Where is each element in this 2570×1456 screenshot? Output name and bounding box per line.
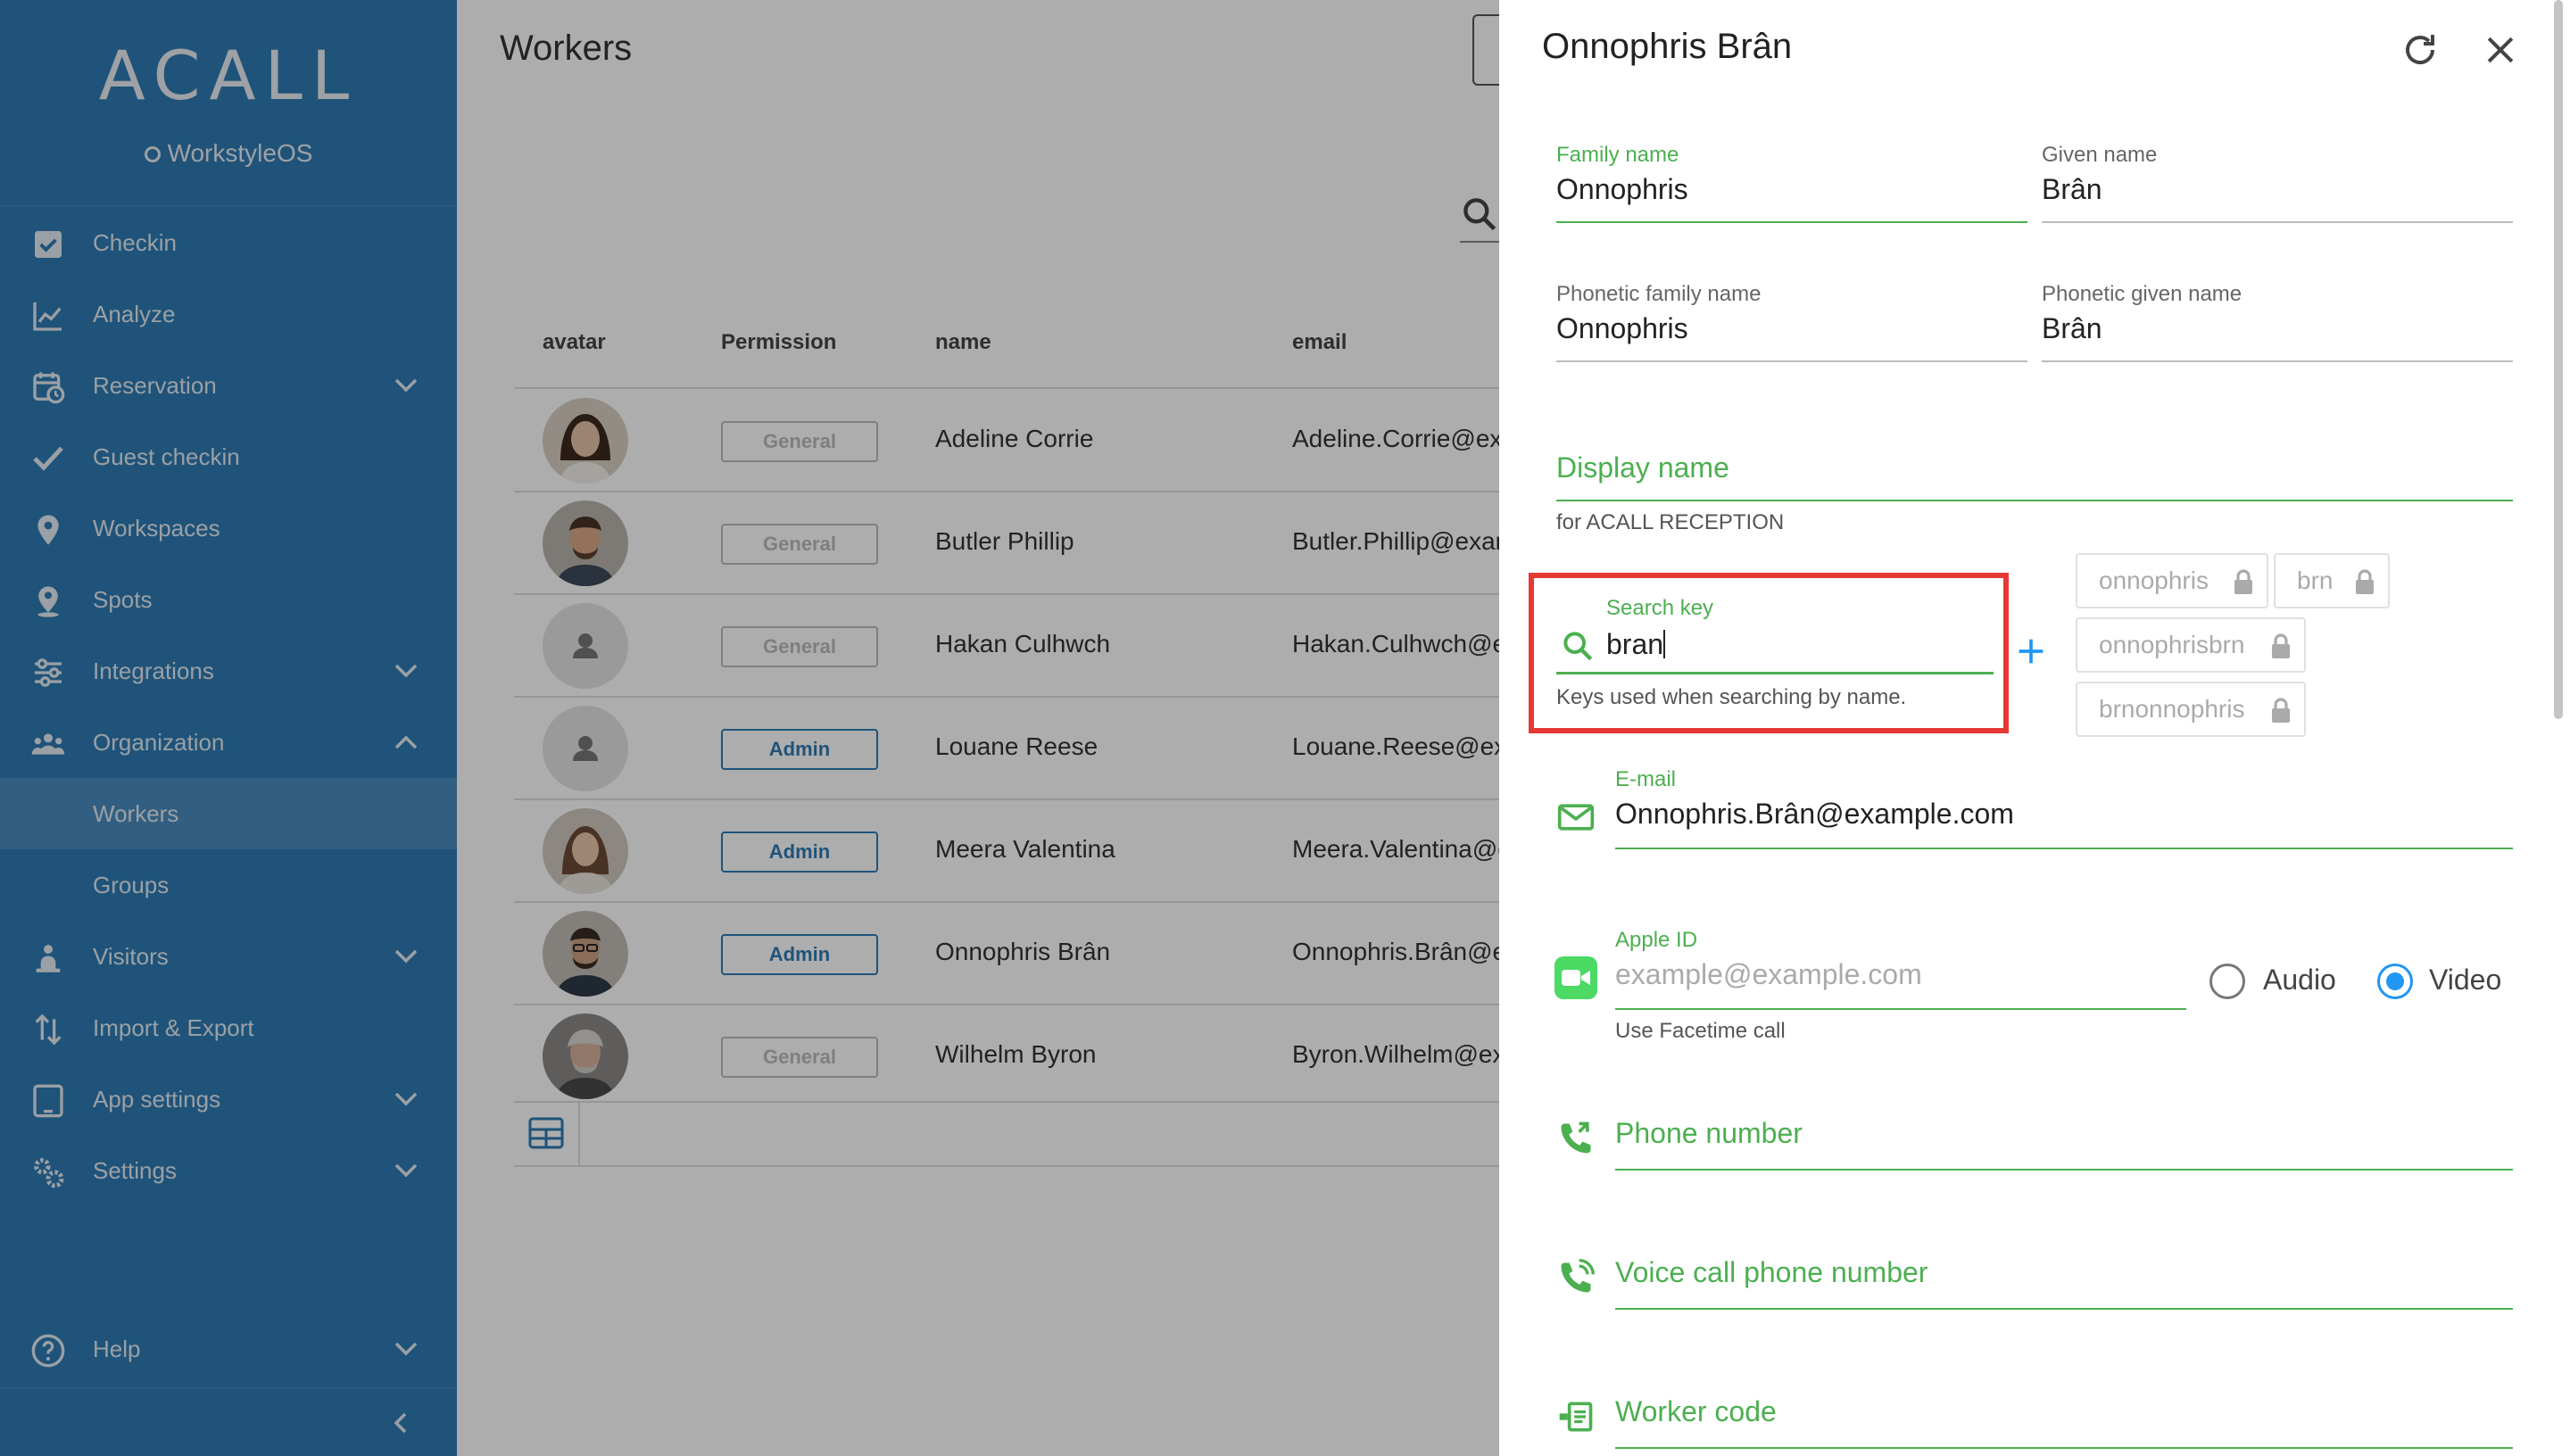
phonetic-given-name-field[interactable]: Phonetic given name Brân — [2042, 282, 2513, 362]
lock-icon — [2356, 569, 2374, 594]
video-radio[interactable] — [2377, 964, 2413, 999]
audio-label: Audio — [2263, 964, 2336, 996]
lock-icon — [2234, 569, 2252, 594]
lock-icon — [2272, 698, 2290, 723]
modal-backdrop[interactable] — [0, 0, 1499, 1456]
add-search-key-icon[interactable] — [2013, 633, 2049, 669]
audio-radio[interactable] — [2209, 964, 2245, 999]
search-key-chip: onnophris — [2076, 553, 2268, 608]
search-key-chip: onnophrisbrn — [2076, 617, 2306, 673]
facetime-icon — [1554, 956, 1597, 999]
worker-code-field[interactable]: Worker code — [1615, 1395, 2513, 1449]
mail-icon — [1556, 798, 1596, 837]
phone-number-field[interactable]: Phone number — [1615, 1117, 2513, 1171]
search-key-highlight — [1529, 573, 2009, 733]
email-field[interactable]: E-mail Onnophris.Brân@example.com — [1615, 767, 2513, 849]
panel-title: Onnophris Brân — [1542, 27, 1793, 66]
lock-icon — [2272, 633, 2290, 658]
voice-call-phone-field[interactable]: Voice call phone number — [1615, 1256, 2513, 1310]
apple-id-helper: Use Facetime call — [1615, 1019, 1786, 1043]
apple-id-field[interactable]: Apple ID example@example.com — [1615, 928, 2186, 1010]
display-name-helper: for ACALL RECEPTION — [1556, 510, 1785, 534]
refresh-icon[interactable] — [2399, 29, 2442, 71]
search-key-chip: brn — [2274, 553, 2390, 608]
display-name-field[interactable]: Display name — [1556, 451, 2513, 501]
close-icon[interactable] — [2481, 30, 2520, 70]
search-key-chip: brnonnophris — [2076, 682, 2306, 737]
given-name-field[interactable]: Given name Brân — [2042, 143, 2513, 223]
video-label: Video — [2429, 964, 2502, 996]
family-name-field[interactable]: Family name Onnophris — [1556, 143, 2027, 223]
scrollbar[interactable] — [2554, 0, 2563, 719]
phone-forward-icon — [1556, 1119, 1596, 1158]
worker-code-icon — [1556, 1397, 1596, 1436]
phone-call-icon — [1556, 1258, 1596, 1297]
phonetic-family-name-field[interactable]: Phonetic family name Onnophris — [1556, 282, 2027, 362]
